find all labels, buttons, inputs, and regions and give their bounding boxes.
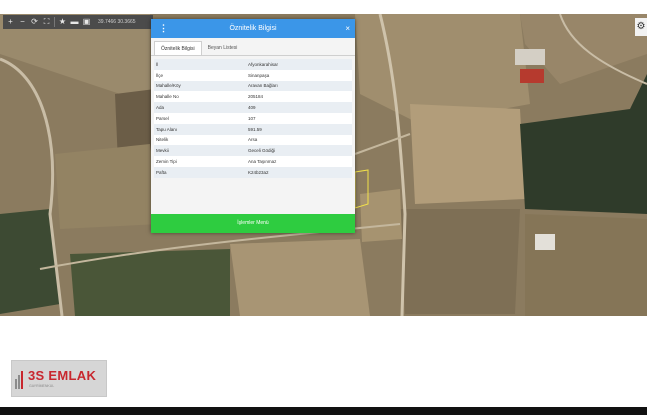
zoom-out-icon[interactable]: − <box>18 17 27 27</box>
attribute-dialog: ⋮ Öznitelik Bilgisi × Öznitelik Bilgisi … <box>151 19 355 233</box>
logo-subtext: GAYRİMENKUL <box>29 384 55 388</box>
dialog-header: ⋮ Öznitelik Bilgisi × <box>151 19 355 38</box>
attribute-value: 409 <box>248 105 256 111</box>
coordinate-readout: 39.7466 30.3665 <box>98 19 136 25</box>
attribute-table: İl Afyonkarahisar İlçe Sinanpaşa Mahalle/Köy… <box>154 59 352 178</box>
attribute-key: Ada <box>156 105 165 111</box>
attribute-value: K24b23a2 <box>248 169 269 175</box>
settings-gear-icon[interactable]: ⚙ <box>635 18 647 36</box>
dialog-title: Öznitelik Bilgisi <box>229 25 277 32</box>
measure-icon[interactable]: ▬ <box>70 17 79 27</box>
attribute-value: Afyonkarahisar <box>248 61 279 67</box>
fullscreen-icon[interactable]: ⛶ <box>42 17 51 27</box>
bottom-bar <box>0 407 647 415</box>
attribute-key: Zemin Tipi <box>156 159 177 165</box>
print-icon[interactable]: ▣ <box>82 17 91 27</box>
attribute-key: Pafta <box>156 169 167 175</box>
attribute-key: İlçe <box>156 72 164 78</box>
attribute-value: Ana Taşınmaz <box>248 159 277 165</box>
table-row: İlçe Sinanpaşa <box>154 69 352 81</box>
table-row: Parsel 107 <box>154 112 352 124</box>
attribute-value: Sinanpaşa <box>248 72 270 78</box>
zoom-in-icon[interactable]: + <box>6 17 15 27</box>
attribute-key: Tapu Alanı <box>156 126 178 132</box>
attribute-key: Mahalle No <box>156 94 179 100</box>
attribute-value: 205184 <box>248 94 264 100</box>
attribute-value: 107 <box>248 115 256 121</box>
table-row: Zemin Tipi Ana Taşınmaz <box>154 156 352 167</box>
table-row: Tapu Alanı 591.59 <box>154 123 352 135</box>
building-bars-icon <box>15 371 23 389</box>
table-row: İl Afyonkarahisar <box>154 59 352 70</box>
table-row: Mahalle/Köy Aravan Bağları <box>154 80 352 92</box>
table-row: Nitelik Arsa <box>154 134 352 146</box>
map-toolbar: + − ⟳ ⛶ ★ ▬ ▣ 39.7466 30.3665 <box>3 15 153 29</box>
pin-icon[interactable]: ★ <box>58 17 67 27</box>
table-row: Mevkii Geceli Gödiği <box>154 145 352 157</box>
actions-menu-button[interactable]: İşlemler Menü <box>151 214 355 233</box>
attribute-value: Geceli Gödiği <box>248 148 276 154</box>
attribute-value: Arsa <box>248 137 258 143</box>
attribute-key: Nitelik <box>156 137 169 143</box>
table-row: Pafta K24b23a2 <box>154 166 352 178</box>
attribute-key: Mevkii <box>156 148 169 154</box>
attribute-key: Parsel <box>156 115 169 121</box>
table-row: Mahalle No 205184 <box>154 91 352 103</box>
close-icon[interactable]: × <box>345 19 350 38</box>
attribute-key: İl <box>156 61 159 67</box>
company-logo: 3S EMLAK GAYRİMENKUL <box>11 360 107 397</box>
tab-attribute-info[interactable]: Öznitelik Bilgisi <box>154 41 202 55</box>
attribute-key: Mahalle/Köy <box>156 83 181 89</box>
refresh-icon[interactable]: ⟳ <box>30 17 39 27</box>
tab-declaration-list[interactable]: Beyan Listesi <box>202 41 244 55</box>
dialog-tabs: Öznitelik Bilgisi Beyan Listesi <box>151 38 355 56</box>
logo-text: 3S EMLAK <box>28 368 97 383</box>
attribute-value: 591.59 <box>248 126 262 132</box>
toolbar-divider <box>54 17 55 27</box>
table-row: Ada 409 <box>154 102 352 113</box>
attribute-value: Aravan Bağları <box>248 83 278 89</box>
